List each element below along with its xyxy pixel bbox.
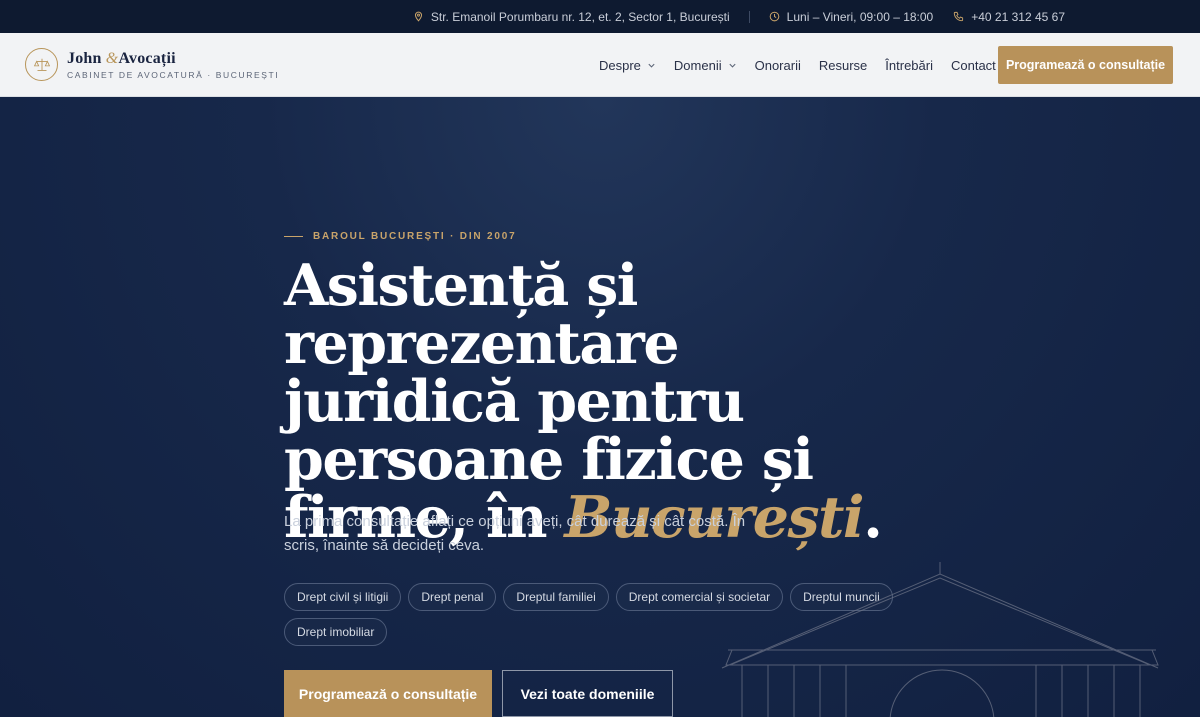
hours-text: Luni – Vineri, 09:00 – 18:00	[786, 9, 934, 24]
phone-info[interactable]: +40 21 312 45 67	[953, 10, 1065, 24]
nav-item-contact[interactable]: Contact	[951, 58, 996, 73]
nav-item-despre[interactable]: Despre	[599, 58, 656, 73]
nav-item-intrebari[interactable]: Întrebări	[885, 58, 933, 73]
nav-item-domenii[interactable]: Domenii	[674, 58, 737, 73]
brand-logo[interactable]: John &Avocații CABINET DE AVOCATURĂ · BU…	[25, 48, 279, 81]
hero-consultation-button[interactable]: Programează o consultație	[284, 670, 492, 717]
hero-section: BAROUL BUCUREȘTI · DIN 2007 Asistență și…	[0, 97, 1200, 717]
top-info-bar: Str. Emanoil Porumbaru nr. 12, et. 2, Se…	[0, 0, 1200, 33]
chevron-down-icon	[729, 63, 736, 68]
main-nav: Despre Domenii Onorarii Resurse Întrebăr…	[599, 33, 1014, 97]
site-header: John &Avocații CABINET DE AVOCATURĂ · BU…	[0, 33, 1200, 97]
address-info: Str. Emanoil Porumbaru nr. 12, et. 2, Se…	[413, 10, 730, 24]
chip-dreptul-familiei[interactable]: Dreptul familiei	[503, 583, 609, 611]
scales-icon	[25, 48, 58, 81]
clock-icon	[769, 11, 779, 22]
brand-name: John &Avocații	[67, 49, 176, 67]
courthouse-illustration	[721, 562, 1159, 717]
chevron-down-icon	[648, 63, 655, 68]
header-consultation-button[interactable]: Programează o consultație	[998, 46, 1173, 84]
hero-headline: Asistență și reprezentare juridică pentr…	[284, 252, 883, 551]
phone-icon	[954, 11, 964, 22]
hero-eyebrow: BAROUL BUCUREȘTI · DIN 2007	[284, 231, 516, 242]
eyebrow-line	[284, 236, 303, 237]
divider	[748, 10, 750, 23]
chip-drept-penal[interactable]: Drept penal	[408, 583, 497, 611]
chip-drept-civil[interactable]: Drept civil și litigii	[284, 583, 402, 611]
nav-item-resurse[interactable]: Resurse	[819, 58, 867, 73]
nav-item-onorarii[interactable]: Onorarii	[755, 58, 801, 73]
phone-text[interactable]: +40 21 312 45 67	[971, 10, 1065, 24]
view-domains-button[interactable]: Vezi toate domeniile	[502, 670, 673, 717]
hero-lead: La prima consultație aflați ce opțiuni a…	[284, 513, 746, 554]
brand-tagline: CABINET DE AVOCATURĂ · BUCUREȘTI	[67, 69, 280, 80]
location-pin-icon	[414, 11, 422, 22]
address-text: Str. Emanoil Porumbaru nr. 12, et. 2, Se…	[430, 9, 730, 24]
hours-info: Luni – Vineri, 09:00 – 18:00	[769, 9, 934, 24]
chip-drept-imobiliar[interactable]: Drept imobiliar	[284, 618, 388, 646]
